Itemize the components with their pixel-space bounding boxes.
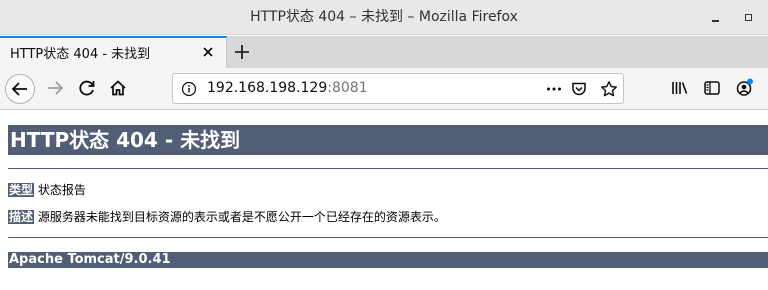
tab-strip: HTTP状态 404 - 未找到	[0, 36, 768, 68]
close-tab-icon[interactable]	[200, 44, 216, 60]
url-host: 192.168.198.129	[207, 80, 328, 96]
type-value: 状态报告	[34, 183, 86, 197]
window-titlebar: HTTP状态 404 – 未找到 – Mozilla Firefox	[0, 0, 768, 35]
description-label: 描述	[8, 210, 35, 224]
reload-icon[interactable]	[73, 74, 103, 104]
library-icon[interactable]	[670, 78, 690, 98]
back-arrow-icon[interactable]	[5, 74, 35, 104]
more-dots-icon[interactable]	[545, 80, 563, 98]
description-line: 描述 源服务器未能找到目标资源的表示或者是不愿公开一个已经存在的资源表示。	[8, 208, 446, 225]
type-line: 类型 状态报告	[8, 181, 86, 198]
url-bar[interactable]: 192.168.198.129:8081	[172, 73, 624, 104]
tab-title: HTTP状态 404 - 未找到	[10, 47, 151, 62]
minimize-icon[interactable]	[708, 9, 724, 25]
description-value: 源服务器未能找到目标资源的表示或者是不愿公开一个已经存在的资源表示。	[34, 210, 446, 224]
forward-arrow-icon[interactable]	[41, 74, 71, 104]
page-content: HTTP状态 404 - 未找到 类型 状态报告 描述 源服务器未能找到目标资源…	[0, 111, 768, 290]
server-footer: Apache Tomcat/9.0.41	[8, 252, 768, 268]
divider	[8, 168, 768, 169]
star-icon[interactable]	[600, 80, 618, 98]
error-heading: HTTP状态 404 - 未找到	[8, 125, 768, 155]
window-title: HTTP状态 404 – 未找到 – Mozilla Firefox	[250, 9, 518, 25]
maximize-icon[interactable]	[741, 9, 757, 25]
tab-active[interactable]: HTTP状态 404 - 未找到	[0, 36, 227, 68]
sidebar-icon[interactable]	[702, 78, 722, 98]
new-tab-icon[interactable]	[232, 42, 252, 62]
navigation-toolbar: 192.168.198.129:8081	[0, 68, 768, 110]
info-icon[interactable]	[181, 81, 197, 97]
divider	[8, 237, 768, 238]
account-icon[interactable]	[734, 78, 754, 98]
url-text[interactable]: 192.168.198.129:8081	[207, 80, 368, 96]
home-icon[interactable]	[104, 74, 134, 104]
pocket-icon[interactable]	[570, 80, 588, 98]
type-label: 类型	[8, 183, 35, 197]
url-port: :8081	[327, 80, 368, 96]
